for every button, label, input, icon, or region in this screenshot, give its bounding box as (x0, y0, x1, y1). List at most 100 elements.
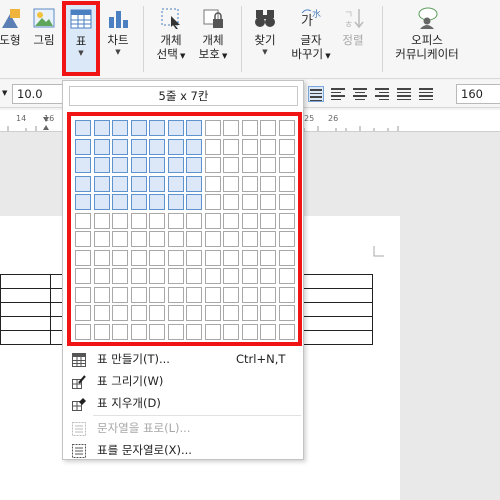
grid-cell[interactable] (93, 268, 110, 284)
grid-cell[interactable] (223, 175, 239, 192)
grid-cell[interactable] (186, 323, 202, 340)
grid-cell[interactable] (241, 231, 258, 247)
grid-cell[interactable] (260, 138, 276, 155)
grid-cell[interactable] (241, 305, 258, 321)
grid-cell[interactable] (204, 157, 221, 173)
grid-cell-selected[interactable] (75, 194, 91, 210)
grid-cell-selected[interactable] (112, 175, 128, 192)
grid-cell[interactable] (260, 286, 276, 303)
grid-cell[interactable] (241, 323, 258, 340)
grid-cell[interactable] (223, 286, 239, 303)
grid-cell[interactable] (130, 305, 147, 321)
grid-cell-selected[interactable] (167, 175, 184, 192)
grid-cell[interactable] (278, 268, 295, 284)
grid-cell[interactable] (223, 249, 239, 266)
grid-cell-selected[interactable] (93, 157, 110, 173)
grid-cell-selected[interactable] (93, 175, 110, 192)
grid-cell[interactable] (75, 305, 91, 321)
grid-cell[interactable] (241, 157, 258, 173)
grid-cell[interactable] (75, 286, 91, 303)
grid-cell[interactable] (204, 194, 221, 210)
grid-cell[interactable] (260, 305, 276, 321)
grid-cell[interactable] (112, 212, 128, 229)
grid-cell[interactable] (204, 138, 221, 155)
chart-button[interactable]: 차트 ▼ (104, 6, 132, 57)
grid-cell[interactable] (223, 231, 239, 247)
grid-cell-selected[interactable] (167, 157, 184, 173)
grid-cell[interactable] (241, 286, 258, 303)
grid-cell[interactable] (167, 231, 184, 247)
grid-cell-selected[interactable] (93, 120, 110, 136)
grid-cell[interactable] (278, 231, 295, 247)
grid-cell[interactable] (260, 194, 276, 210)
grid-cell-selected[interactable] (167, 138, 184, 155)
find-button[interactable]: 찾기 ▼ (249, 6, 281, 57)
grid-cell-selected[interactable] (112, 138, 128, 155)
grid-cell[interactable] (278, 212, 295, 229)
align-left-button[interactable] (330, 86, 346, 102)
grid-cell[interactable] (75, 268, 91, 284)
grid-cell[interactable] (278, 120, 295, 136)
grid-cell[interactable] (260, 231, 276, 247)
draw-table-menu-item[interactable]: 표 그리기(W) (63, 370, 303, 392)
sort-button[interactable]: ㄱㅎ 정렬 (337, 6, 369, 47)
grid-cell[interactable] (223, 212, 239, 229)
grid-cell-selected[interactable] (112, 194, 128, 210)
grid-cell-selected[interactable] (149, 138, 165, 155)
grid-cell-selected[interactable] (75, 138, 91, 155)
grid-cell-selected[interactable] (130, 175, 147, 192)
grid-cell[interactable] (204, 323, 221, 340)
grid-cell[interactable] (278, 249, 295, 266)
grid-cell[interactable] (167, 323, 184, 340)
grid-cell[interactable] (204, 212, 221, 229)
grid-cell[interactable] (204, 231, 221, 247)
grid-cell[interactable] (149, 212, 165, 229)
grid-cell[interactable] (130, 268, 147, 284)
grid-cell[interactable] (167, 305, 184, 321)
grid-cell[interactable] (93, 249, 110, 266)
grid-cell[interactable] (112, 305, 128, 321)
grid-cell[interactable] (130, 323, 147, 340)
grid-cell[interactable] (167, 212, 184, 229)
grid-cell[interactable] (260, 249, 276, 266)
grid-cell-selected[interactable] (75, 120, 91, 136)
grid-cell[interactable] (112, 286, 128, 303)
grid-cell[interactable] (278, 157, 295, 173)
grid-cell[interactable] (130, 286, 147, 303)
grid-cell-selected[interactable] (149, 175, 165, 192)
grid-cell[interactable] (241, 138, 258, 155)
grid-cell-selected[interactable] (130, 194, 147, 210)
grid-cell-selected[interactable] (167, 120, 184, 136)
grid-cell[interactable] (130, 212, 147, 229)
line-spacing-field[interactable]: 160 (456, 84, 500, 104)
grid-cell-selected[interactable] (75, 175, 91, 192)
grid-cell[interactable] (167, 286, 184, 303)
grid-cell[interactable] (93, 323, 110, 340)
grid-cell-selected[interactable] (93, 138, 110, 155)
grid-cell[interactable] (223, 138, 239, 155)
grid-cell-selected[interactable] (130, 157, 147, 173)
grid-cell[interactable] (75, 323, 91, 340)
chevron-down-icon[interactable]: ▼ (2, 89, 7, 97)
shape-button[interactable]: 도형 (0, 6, 24, 47)
grid-cell[interactable] (186, 268, 202, 284)
grid-cell-selected[interactable] (186, 194, 202, 210)
grid-cell[interactable] (186, 231, 202, 247)
grid-cell-selected[interactable] (186, 120, 202, 136)
grid-cell[interactable] (75, 231, 91, 247)
create-table-menu-item[interactable]: 표 만들기(T)... Ctrl+N,T (63, 348, 303, 370)
grid-cell[interactable] (278, 305, 295, 321)
grid-cell[interactable] (149, 268, 165, 284)
office-communicator-button[interactable]: 오피스 커뮤니케이터 (390, 6, 464, 61)
grid-cell-selected[interactable] (186, 157, 202, 173)
grid-cell[interactable] (186, 212, 202, 229)
grid-cell[interactable] (241, 268, 258, 284)
grid-cell[interactable] (93, 212, 110, 229)
grid-cell[interactable] (223, 157, 239, 173)
grid-cell[interactable] (223, 323, 239, 340)
grid-cell[interactable] (278, 138, 295, 155)
grid-cell-selected[interactable] (149, 194, 165, 210)
grid-cell[interactable] (278, 323, 295, 340)
grid-cell[interactable] (167, 268, 184, 284)
grid-cell[interactable] (204, 175, 221, 192)
